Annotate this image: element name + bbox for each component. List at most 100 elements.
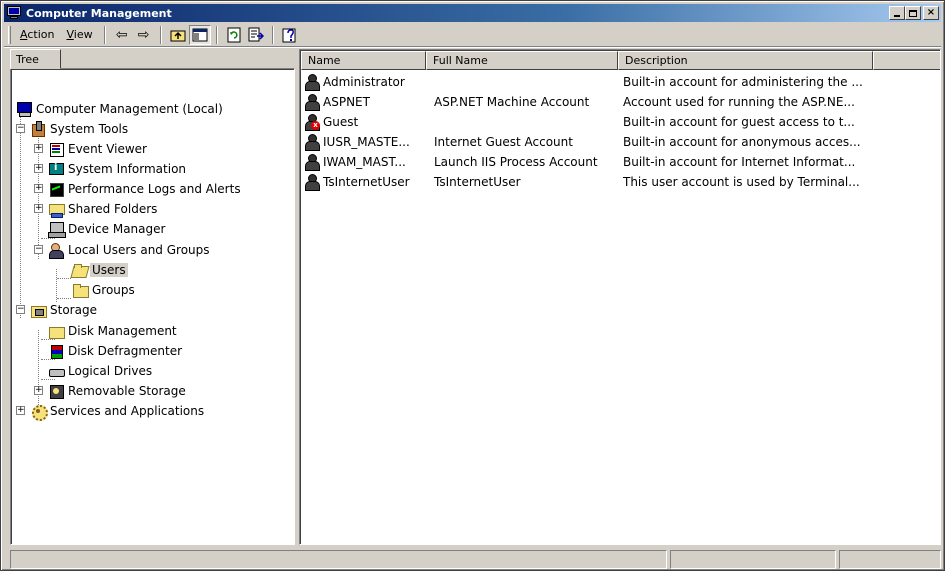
expand-performance-logs-toggle[interactable]: + xyxy=(34,184,43,193)
maximize-button[interactable] xyxy=(905,6,921,20)
table-row[interactable]: IUSR_MASTE... Internet Guest Account Bui… xyxy=(303,132,875,152)
device-manager-icon xyxy=(48,221,66,238)
removable-storage-icon xyxy=(48,383,64,399)
tree-item-computer-management[interactable]: Computer Management (Local) xyxy=(16,100,223,118)
computer-icon xyxy=(16,101,32,117)
list-header: Name Full Name Description xyxy=(301,51,940,70)
tree-item-disk-management[interactable]: Disk Management xyxy=(48,322,177,340)
cell-description: Account used for running the ASP.NE... xyxy=(623,95,855,109)
status-bar xyxy=(10,550,941,569)
user-list-pane[interactable]: Name Full Name Description Administrator… xyxy=(299,49,941,545)
computer-management-window: Computer Management × Action View ⇦ ⇨ Tr… xyxy=(0,0,945,571)
tree-item-label: System Tools xyxy=(50,122,129,136)
tree-item-label: Disk Defragmenter xyxy=(68,344,183,358)
computer-management-app-icon[interactable] xyxy=(6,6,22,20)
tree-item-label: Event Viewer xyxy=(68,142,147,156)
table-row[interactable]: IWAM_MAST... Launch IIS Process Account … xyxy=(303,152,875,172)
expand-event-viewer-toggle[interactable]: + xyxy=(34,144,43,153)
help-button[interactable] xyxy=(279,25,301,45)
tab-tree[interactable]: Tree xyxy=(10,49,61,69)
user-name: Guest xyxy=(323,115,359,129)
folder-icon xyxy=(72,282,89,298)
cell-name: IUSR_MASTE... xyxy=(303,133,428,151)
tree-item-logical-drives[interactable]: Logical Drives xyxy=(48,362,152,380)
user-icon xyxy=(303,73,321,91)
toolbar-separator xyxy=(159,25,162,44)
table-row[interactable]: Administrator Built-in account for admin… xyxy=(303,72,875,92)
menu-action[interactable]: Action xyxy=(14,26,60,43)
column-header-full-name[interactable]: Full Name xyxy=(426,51,618,70)
user-icon xyxy=(303,173,321,191)
cell-description: Built-in account for anonymous acces... xyxy=(623,135,861,149)
refresh-icon xyxy=(227,27,241,42)
collapse-local-users-toggle[interactable]: − xyxy=(34,245,43,254)
logical-drives-icon xyxy=(48,363,65,379)
tree-item-disk-defragmenter[interactable]: Disk Defragmenter xyxy=(48,342,182,360)
tree-item-label: Disk Management xyxy=(68,324,177,338)
expand-system-information-toggle[interactable]: + xyxy=(34,164,43,173)
menu-view[interactable]: View xyxy=(60,26,98,43)
user-name: TsInternetUser xyxy=(323,175,410,189)
disk-defragmenter-icon xyxy=(48,343,64,359)
shared-folder-icon xyxy=(48,201,65,218)
tree-item-local-users-and-groups[interactable]: Local Users and Groups xyxy=(48,241,210,259)
collapse-storage-toggle[interactable]: − xyxy=(16,305,25,314)
tree-item-label: Users xyxy=(90,263,128,277)
tree-item-storage[interactable]: Storage xyxy=(30,301,97,319)
tree-item-groups[interactable]: Groups xyxy=(72,281,135,299)
refresh-button[interactable] xyxy=(223,25,245,45)
minimize-button[interactable] xyxy=(889,6,905,20)
expand-shared-folders-toggle[interactable]: + xyxy=(34,204,43,213)
close-icon: × xyxy=(926,7,936,18)
tree-item-system-information[interactable]: System Information xyxy=(48,160,186,178)
disk-management-icon xyxy=(48,323,65,339)
up-one-level-button[interactable] xyxy=(167,25,189,45)
tree-connector xyxy=(20,115,21,318)
table-row[interactable]: TsInternetUser TsInternetUser This user … xyxy=(303,172,875,192)
tree-item-users[interactable]: Users xyxy=(72,261,128,279)
toolbar-grip[interactable] xyxy=(8,25,11,44)
system-information-icon xyxy=(48,161,64,177)
tree-item-removable-storage[interactable]: Removable Storage xyxy=(48,382,186,400)
title-bar[interactable]: Computer Management × xyxy=(4,4,941,22)
expand-removable-storage-toggle[interactable]: + xyxy=(34,386,43,395)
menu-view-label: iew xyxy=(73,28,93,41)
tree-pane[interactable]: − + + + + − − + + Computer Management (L… xyxy=(10,68,295,545)
window-title: Computer Management xyxy=(26,6,172,20)
column-header-description[interactable]: Description xyxy=(618,51,873,70)
status-segment-middle xyxy=(670,550,836,569)
tree-item-label: Services and Applications xyxy=(50,404,205,418)
tree-item-label: Shared Folders xyxy=(68,202,158,216)
help-icon xyxy=(282,28,296,42)
event-viewer-icon xyxy=(48,141,64,157)
back-button[interactable]: ⇦ xyxy=(111,25,133,45)
tree-item-shared-folders[interactable]: Shared Folders xyxy=(48,200,157,218)
close-button[interactable]: × xyxy=(923,6,939,20)
tree-item-system-tools[interactable]: System Tools xyxy=(30,120,128,138)
tree-item-label: Groups xyxy=(92,283,135,297)
export-list-icon xyxy=(248,27,264,41)
services-icon xyxy=(30,403,48,421)
tree-item-services-and-applications[interactable]: Services and Applications xyxy=(30,402,205,421)
users-groups-icon xyxy=(48,242,64,259)
toolbar: Action View ⇦ ⇨ xyxy=(4,23,941,47)
forward-button[interactable]: ⇨ xyxy=(133,25,155,45)
expand-services-toggle[interactable]: + xyxy=(16,406,25,415)
tree-item-label: Removable Storage xyxy=(68,384,186,398)
tree-connector xyxy=(57,278,71,279)
cell-description: Built-in account for guest access to t..… xyxy=(623,115,855,129)
user-icon xyxy=(303,153,321,171)
table-row[interactable]: x Guest Built-in account for guest access… xyxy=(303,112,875,132)
tree-item-performance-logs[interactable]: Performance Logs and Alerts xyxy=(48,180,241,198)
tree-item-device-manager[interactable]: Device Manager xyxy=(48,220,165,238)
table-row[interactable]: ASPNET ASP.NET Machine Account Account u… xyxy=(303,92,875,112)
cell-name: Administrator xyxy=(303,73,428,91)
column-header-filler xyxy=(873,51,940,70)
tree-item-event-viewer[interactable]: Event Viewer xyxy=(48,140,147,158)
column-header-name[interactable]: Name xyxy=(301,51,426,70)
cell-name: x Guest xyxy=(303,113,428,131)
export-list-button[interactable] xyxy=(245,25,267,45)
show-hide-tree-button[interactable] xyxy=(188,24,211,45)
collapse-system-tools-toggle[interactable]: − xyxy=(16,124,25,133)
disabled-user-icon: x xyxy=(303,113,321,131)
